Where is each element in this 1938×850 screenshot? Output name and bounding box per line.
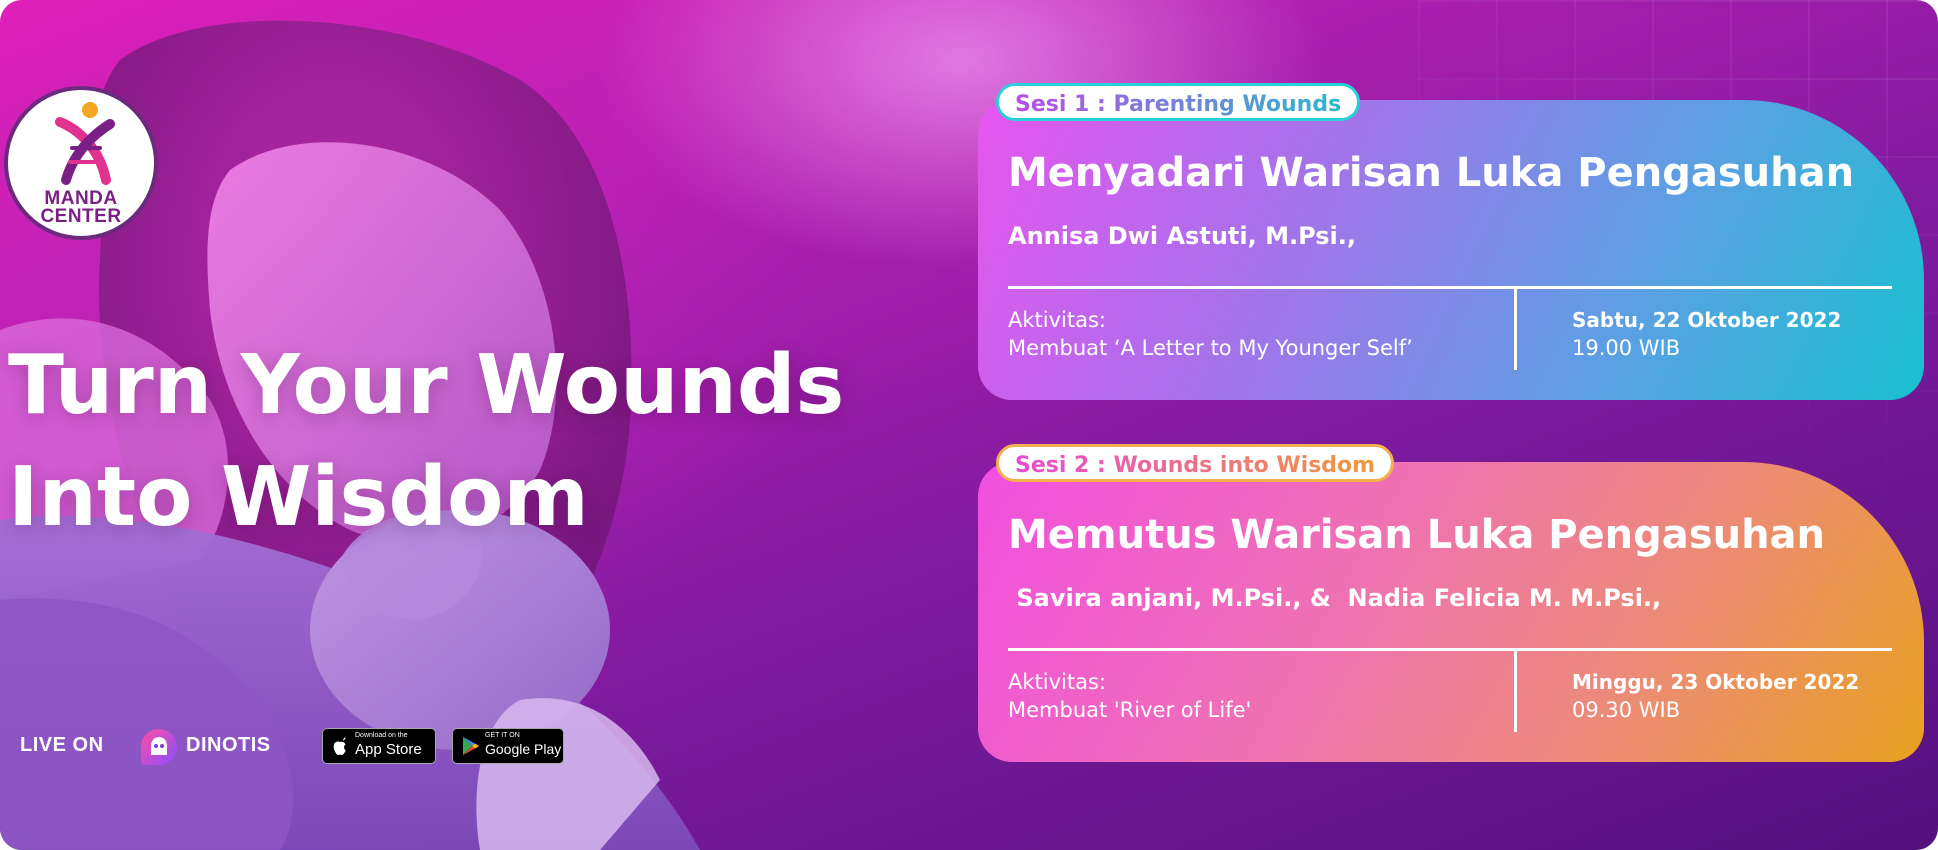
dinotis-brand-name: DINOTIS bbox=[186, 734, 271, 756]
headline-line-2: Into Wisdom bbox=[8, 450, 589, 545]
session-1-card: Menyadari Warisan Luka Pengasuhan Annisa… bbox=[978, 100, 1924, 400]
dinotis-logo-icon bbox=[141, 729, 177, 765]
event-banner: MANDA CENTER Turn Your Wounds Into Wisdo… bbox=[0, 0, 1938, 850]
google-play-big-text: Google Play bbox=[485, 741, 562, 757]
session-1-activity: Membuat ‘A Letter to My Younger Self’ bbox=[1008, 336, 1413, 360]
headline: Turn Your Wounds Into Wisdom bbox=[8, 330, 844, 554]
logo-text-center: CENTER bbox=[40, 206, 122, 227]
google-play-small-text: GET IT ON bbox=[485, 732, 520, 739]
app-store-small-text: Download on the bbox=[355, 732, 408, 739]
session-1-activity-label: Aktivitas: bbox=[1008, 308, 1106, 332]
session-2-date: Minggu, 23 Oktober 2022 bbox=[1572, 670, 1860, 694]
manda-center-emblem-icon bbox=[55, 102, 115, 185]
app-store-badge[interactable]: Download on the App Store bbox=[322, 728, 436, 764]
google-play-icon bbox=[463, 737, 479, 755]
apple-icon bbox=[333, 737, 346, 756]
session-1-badge-text: Sesi 1 : Parenting Wounds bbox=[1015, 92, 1342, 117]
headline-line-1: Turn Your Wounds bbox=[8, 338, 845, 433]
session-2-time: 09.30 WIB bbox=[1572, 698, 1681, 722]
session-2-divider bbox=[1008, 648, 1892, 651]
session-1-time: 19.00 WIB bbox=[1572, 336, 1681, 360]
google-play-badge[interactable]: GET IT ON Google Play bbox=[452, 728, 564, 764]
session-1-speaker: Annisa Dwi Astuti, M.Psi., bbox=[1008, 222, 1356, 250]
session-1-divider bbox=[1008, 286, 1892, 289]
session-2-badge-text: Sesi 2 : Wounds into Wisdom bbox=[1015, 453, 1376, 478]
live-on-label: LIVE ON bbox=[20, 734, 104, 756]
session-2-activity: Membuat 'River of Life' bbox=[1008, 698, 1252, 722]
session-2-title: Memutus Warisan Luka Pengasuhan bbox=[1008, 512, 1826, 558]
session-1-title: Menyadari Warisan Luka Pengasuhan bbox=[1008, 150, 1855, 196]
app-store-big-text: App Store bbox=[355, 741, 422, 758]
session-2-vertical-divider bbox=[1514, 650, 1517, 732]
session-2-card: Memutus Warisan Luka Pengasuhan Savira a… bbox=[978, 462, 1924, 762]
session-2-speaker: Savira anjani, M.Psi., & Nadia Felicia M… bbox=[1008, 584, 1662, 612]
session-2-activity-label: Aktivitas: bbox=[1008, 670, 1106, 694]
manda-center-logo: MANDA CENTER bbox=[4, 86, 158, 240]
session-1-vertical-divider bbox=[1514, 288, 1517, 370]
session-1-badge: Sesi 1 : Parenting Wounds bbox=[996, 83, 1361, 121]
session-1-date: Sabtu, 22 Oktober 2022 bbox=[1572, 308, 1842, 332]
session-2-badge: Sesi 2 : Wounds into Wisdom bbox=[996, 444, 1395, 482]
